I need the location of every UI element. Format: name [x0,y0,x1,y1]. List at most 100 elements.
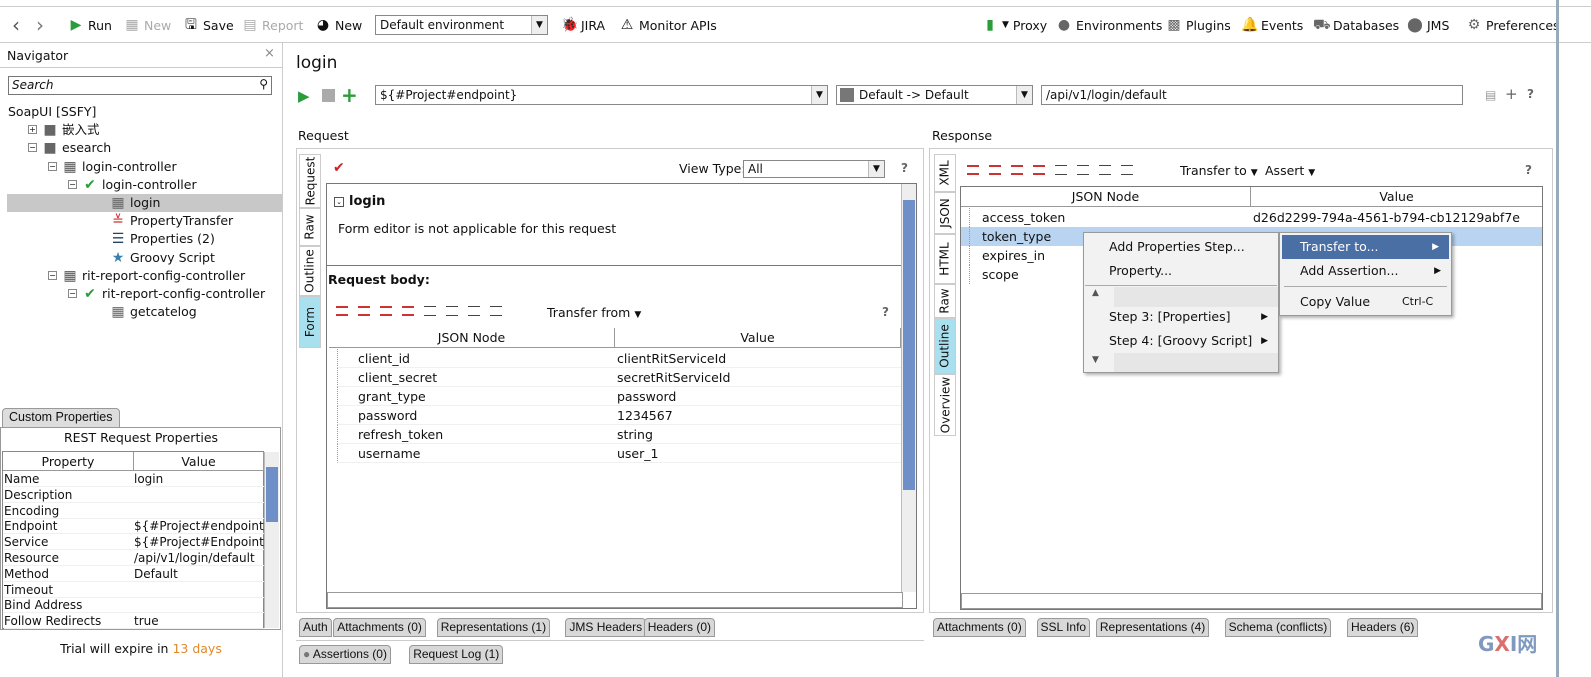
tree-item[interactable]: ☰ Properties (2) [110,230,215,248]
expand-icon[interactable] [468,306,480,316]
transfer-to-button[interactable]: Transfer to ▼ [1180,163,1258,178]
plus-icon[interactable]: + [1505,85,1518,103]
new-button[interactable]: ◕ New [315,14,362,36]
property-value[interactable]: login [134,471,264,487]
tree-item[interactable]: ★ Groovy Script [110,249,215,267]
tab-custom-properties[interactable]: Custom Properties [2,408,120,428]
play-icon[interactable]: ▶ [298,87,310,105]
scroll-up-icon[interactable]: ▲ [1092,288,1099,298]
collapse-icon[interactable]: − [68,179,77,189]
expand-icon[interactable] [424,306,436,316]
scrollbar-thumb[interactable] [903,200,915,490]
collapse-icon[interactable] [446,306,458,316]
json-value[interactable]: password [615,387,901,406]
format-icon[interactable] [989,165,1001,175]
property-value[interactable]: ${#Project#Endpoint} [134,534,271,551]
tab-headers-0[interactable]: Headers (0) [643,618,716,637]
menu-item-property[interactable]: Property... [1084,259,1278,283]
tree-item[interactable]: ✔ rit-report-config-controller [82,285,265,303]
tab-html[interactable]: HTML [934,234,956,284]
json-value[interactable]: 1234567 [615,406,901,425]
save-button[interactable]: 🖫 Save [183,14,234,36]
tab-outline[interactable]: Outline [934,318,956,374]
add-icon[interactable]: + [341,83,358,107]
format-icon[interactable] [358,306,370,316]
property-value[interactable] [134,503,264,519]
resource-input[interactable]: /api/v1/login/default [1041,85,1463,105]
request-vertical-scrollbar[interactable] [901,184,916,592]
tree-item[interactable]: SoapUI [SSFY] [8,103,96,121]
transfer-from-button[interactable]: Transfer from ▼ [547,305,641,320]
collapse-icon[interactable]: ⌄ [334,197,344,207]
format-icon[interactable] [336,306,348,316]
json-node[interactable]: password [337,406,623,425]
tab-json[interactable]: JSON [934,192,956,234]
run-button[interactable]: ▶ Run [68,14,112,36]
tab-form[interactable]: Form [299,296,321,348]
monitor-apis-button[interactable]: ⚠ Monitor APIs [619,14,717,36]
tab-raw[interactable]: Raw [299,208,321,246]
collapse-icon[interactable] [1121,165,1133,175]
tab-ssl-info[interactable]: SSL Info [1036,618,1091,637]
format-icon[interactable] [1033,165,1045,175]
stop-icon[interactable] [322,89,335,102]
collapse-icon[interactable] [1077,165,1089,175]
json-node[interactable]: client_secret [337,368,623,387]
tab-representations-1[interactable]: Representations (1) [436,618,551,637]
tab-assertions-0[interactable]: ● Assertions (0) [299,645,391,664]
endpoint-select[interactable]: ${#Project#endpoint} ▼ [375,85,828,105]
back-button[interactable]: ‹ [8,14,24,36]
tab-auth[interactable]: Auth [299,618,332,637]
expand-icon[interactable] [1099,165,1111,175]
tree-item[interactable]: ▦ getcatelog [110,303,196,321]
jira-button[interactable]: 🐞 JIRA [561,14,605,36]
help-icon[interactable]: ? [882,305,889,319]
tree-item[interactable]: ■ esearch [42,139,111,157]
help-icon[interactable]: ? [901,161,908,175]
tab-jms-headers[interactable]: JMS Headers [565,618,647,637]
json-node[interactable]: client_id [337,349,623,368]
collapse-icon[interactable]: − [28,143,37,153]
collapse-icon[interactable]: − [48,270,57,280]
menu-item-transfer-to[interactable]: Transfer to... ▶ [1282,235,1449,259]
tab-representations-4[interactable]: Representations (4) [1095,618,1210,637]
tree-item[interactable]: ▦ rit-report-config-controller [62,267,245,285]
preferences-button[interactable]: ⚙ Preferences [1466,14,1560,36]
response-horizontal-scrollbar[interactable] [961,593,1542,609]
validate-check-icon[interactable]: ✔ [333,160,345,176]
help-icon[interactable]: ? [1525,163,1532,177]
proxy-button[interactable]: ▮ ▼ Proxy [982,14,1047,36]
json-node[interactable]: access_token [969,208,1251,227]
column-header-json-node[interactable]: JSON Node [329,328,615,348]
json-value[interactable]: d26d2299-794a-4561-b794-cb12129abf7e [1253,208,1542,227]
menu-item-step-4[interactable]: Step 4: [Groovy Script] ▶ [1084,329,1278,353]
collapse-icon[interactable]: − [48,161,57,171]
tab-schema-conflicts[interactable]: Schema (conflicts) [1224,618,1332,637]
collapse-icon[interactable]: − [68,289,77,298]
column-header-property[interactable]: Property [3,452,134,471]
tree-item[interactable]: ✔ login-controller [82,176,196,194]
tab-xml[interactable]: XML [934,154,956,192]
json-value[interactable]: clientRitServiceId [615,349,901,368]
format-icon[interactable] [402,306,414,316]
request-horizontal-scrollbar[interactable] [327,592,903,608]
tab-headers-6[interactable]: Headers (6) [1347,618,1419,637]
json-node[interactable]: grant_type [337,387,623,406]
jms-button[interactable]: ⬤ JMS [1407,14,1449,36]
tab-attachments-0[interactable]: Attachments (0) [333,618,426,637]
tree-item[interactable]: ▦ login [110,194,160,212]
assert-button[interactable]: Assert ▼ [1265,163,1315,178]
format-icon[interactable] [967,165,979,175]
column-header-value[interactable]: Value [1251,187,1542,207]
add-parameter-icon[interactable]: ▤ [1485,88,1496,102]
json-value[interactable]: secretRitServiceId [615,368,901,387]
tree-item[interactable]: ■ 嵌入式 [42,121,99,139]
property-value[interactable]: Default [134,566,264,582]
plugins-button[interactable]: ▩ Plugins [1166,14,1230,36]
properties-scrollbar[interactable] [264,452,279,628]
environments-button[interactable]: ● Environments [1056,14,1162,36]
menu-item-step-3[interactable]: Step 3: [Properties] ▶ [1084,305,1278,329]
method-select[interactable]: Default -> Default ▼ [836,85,1033,105]
view-type-select[interactable]: All ▼ [743,160,885,178]
property-value[interactable]: /api/v1/login/default [134,550,264,566]
